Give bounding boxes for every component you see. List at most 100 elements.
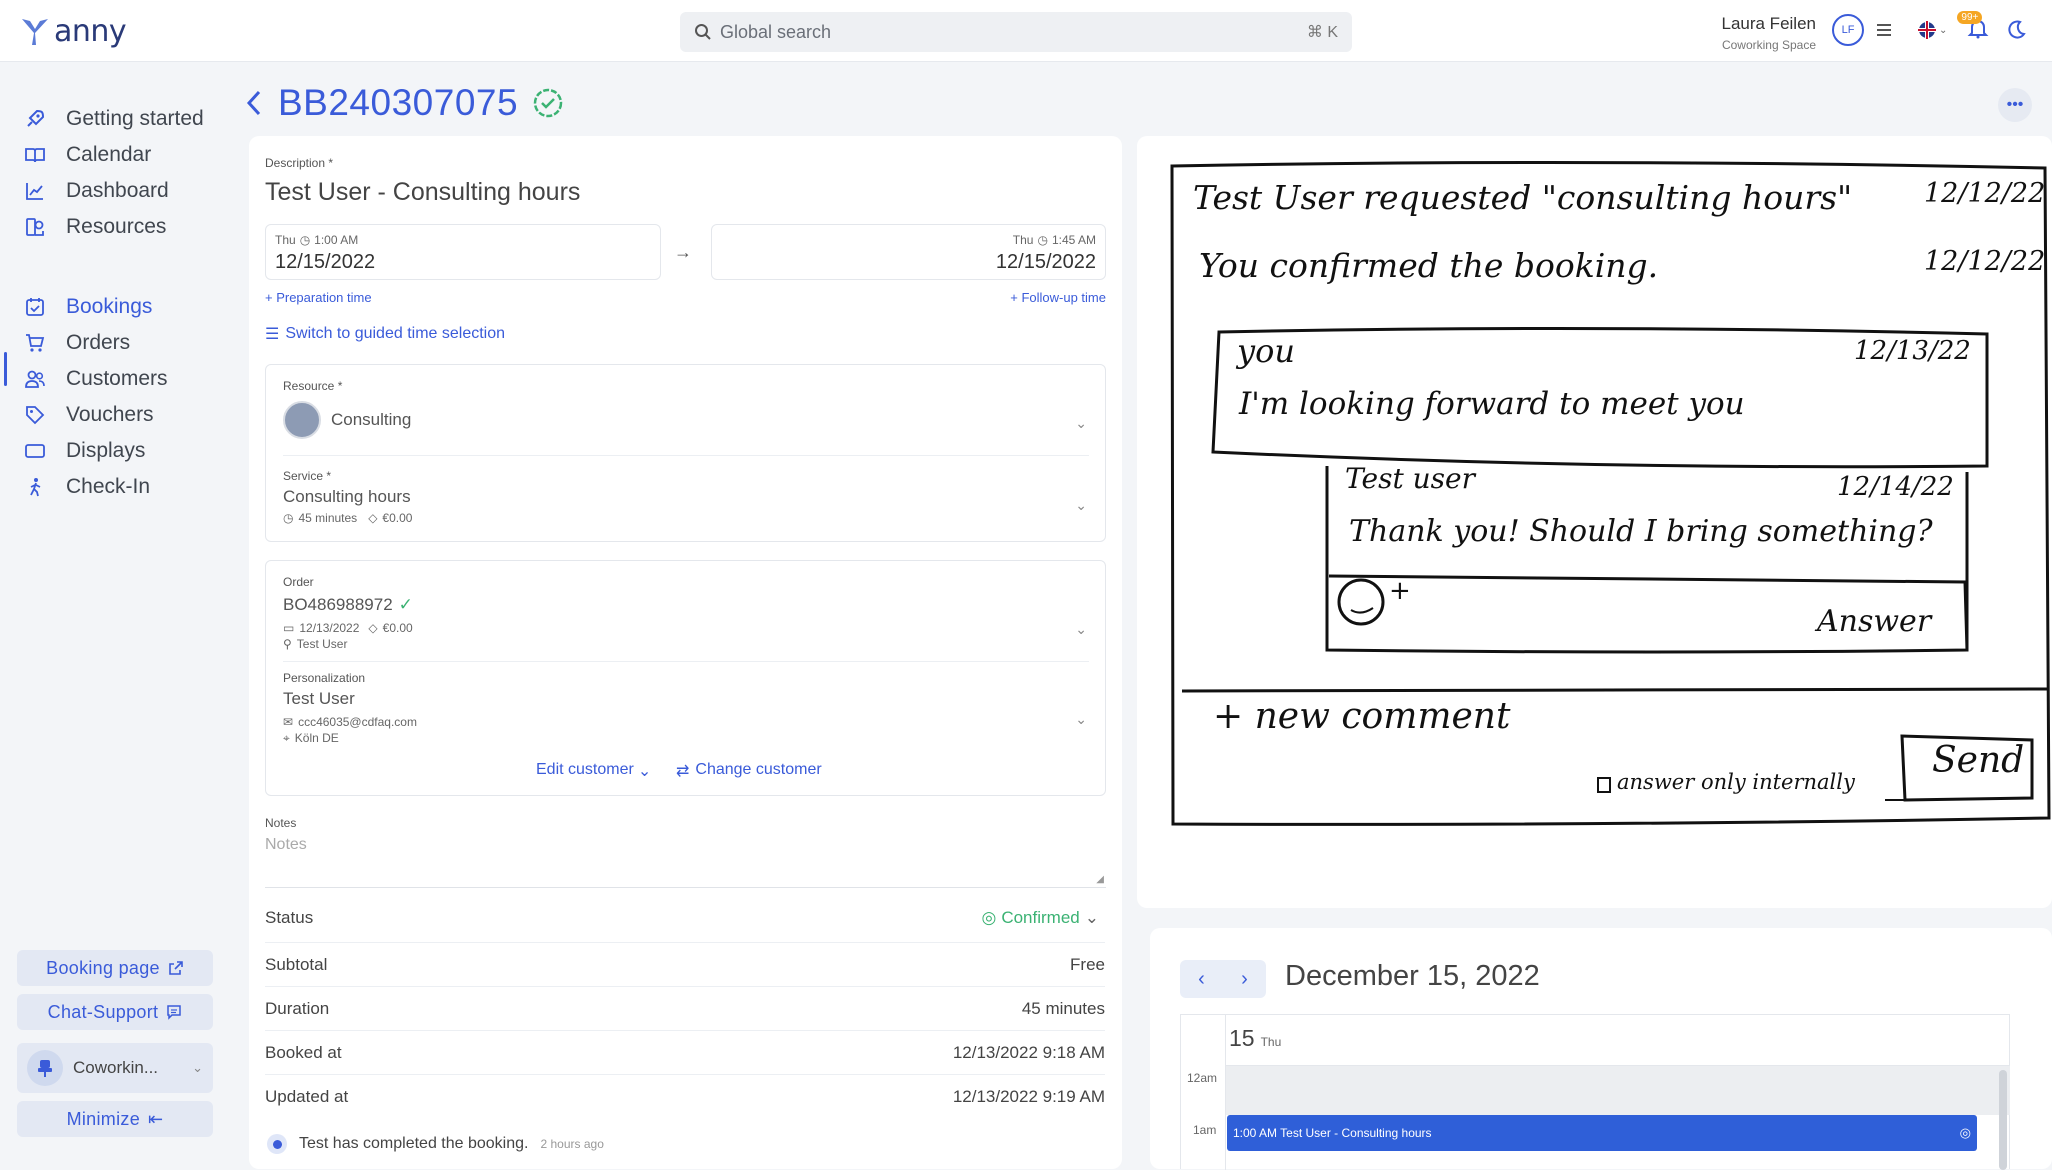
- display-icon: [22, 438, 48, 464]
- service-duration: 45 minutes: [298, 511, 358, 525]
- chevron-down-icon[interactable]: ⌄: [1075, 497, 1087, 514]
- anny-logo-icon: [22, 18, 48, 45]
- activity-text: Test has completed the booking.: [299, 1135, 529, 1152]
- sketch-add-reaction-icon[interactable]: +: [1389, 576, 1411, 606]
- hour-label-1am: 1am: [1193, 1123, 1217, 1137]
- logo-text: anny: [54, 14, 127, 49]
- sidebar-item-vouchers[interactable]: Vouchers: [22, 398, 154, 432]
- sidebar-item-orders[interactable]: Orders: [22, 326, 130, 360]
- resize-handle-icon[interactable]: ◢: [1096, 874, 1104, 885]
- followup-time-link[interactable]: + Follow-up time: [1010, 290, 1106, 305]
- resource-service-box: Resource * Consulting ⌄ Service * Consul…: [265, 364, 1106, 542]
- end-time-field[interactable]: Thu ◷ 1:45 AM 12/15/2022: [711, 224, 1106, 280]
- sidebar-item-dashboard[interactable]: Dashboard: [22, 174, 169, 208]
- uk-flag-icon: [1918, 21, 1936, 39]
- start-time-field[interactable]: Thu ◷ 1:00 AM 12/15/2022: [265, 224, 661, 280]
- booked-at-label: Booked at: [265, 1042, 342, 1062]
- updated-at-row: Updated at 12/13/2022 9:19 AM: [265, 1074, 1105, 1118]
- notifications[interactable]: 99+: [1957, 10, 1989, 44]
- preparation-time-link[interactable]: + Preparation time: [265, 290, 372, 305]
- divider: [283, 661, 1089, 662]
- order-user: Test User: [296, 637, 348, 651]
- description-input[interactable]: Test User - Consulting hours: [265, 178, 580, 207]
- arrow-right-icon: →: [674, 242, 692, 262]
- menu-icon[interactable]: [1874, 20, 1894, 40]
- sidebar-item-label: Resources: [66, 215, 167, 238]
- duration-value: 45 minutes: [1021, 998, 1105, 1018]
- user-avatar[interactable]: LF: [1832, 14, 1864, 46]
- external-link-icon: [169, 961, 183, 975]
- search-shortcut: ⌘ K: [1306, 24, 1338, 41]
- global-search[interactable]: Global search ⌘ K: [680, 12, 1352, 52]
- page-title: BB240307075: [278, 82, 519, 123]
- sketch-internal-checkbox-label[interactable]: answer only internally: [1617, 770, 1855, 794]
- updated-at-value: 12/13/2022 9:19 AM: [952, 1086, 1105, 1106]
- sidebar-item-label: Dashboard: [66, 179, 169, 202]
- calendar-event[interactable]: 1:00 AM Test User - Consulting hours ◎: [1227, 1115, 1977, 1151]
- user-info[interactable]: Laura Feilen Coworking Space: [1720, 14, 1816, 52]
- order-customer-box: Order BO486988972 ✓ ▭ 12/13/2022 ◇ €0.00…: [265, 560, 1106, 796]
- book-open-icon: [22, 142, 48, 168]
- edit-customer-button[interactable]: Edit customer ⌄: [536, 761, 651, 781]
- sidebar-item-resources[interactable]: Resources: [22, 210, 166, 244]
- chevron-down-icon[interactable]: ⌄: [1075, 711, 1087, 728]
- order-link[interactable]: BO486988972 ✓: [283, 595, 413, 615]
- next-day-button[interactable]: ›: [1241, 968, 1248, 991]
- sketch-reply-author: Test user: [1345, 462, 1475, 495]
- space-avatar: [27, 1050, 63, 1086]
- scrollbar[interactable]: [1999, 1070, 2007, 1170]
- status-row: Status ◎ Confirmed ⌄: [265, 896, 1105, 940]
- back-chevron-icon[interactable]: [244, 88, 264, 118]
- status-dropdown[interactable]: ◎ Confirmed ⌄: [981, 908, 1099, 928]
- prev-day-button[interactable]: ‹: [1198, 968, 1205, 991]
- booking-page-label: Booking page: [46, 957, 160, 978]
- subtotal-label: Subtotal: [265, 954, 328, 974]
- sketch-new-comment-button[interactable]: + new comment: [1213, 696, 1510, 737]
- duration-row: Duration 45 minutes: [265, 986, 1105, 1030]
- start-date: 12/15/2022: [275, 251, 376, 273]
- calendar-icon: ▭: [283, 621, 295, 635]
- search-placeholder: Global search: [720, 21, 832, 42]
- chevron-down-icon[interactable]: ⌄: [1075, 415, 1087, 432]
- sketch-answer-button[interactable]: Answer: [1817, 604, 1931, 639]
- calendar-grid: 15 Thu 12am 1am 1:00 AM Test User - Cons…: [1180, 1014, 2010, 1170]
- clock-icon: ◷: [283, 511, 294, 525]
- guided-time-link[interactable]: ☰ Switch to guided time selection: [265, 324, 505, 344]
- language-switch[interactable]: ⌄: [1918, 21, 1947, 39]
- status-value: Confirmed: [1001, 908, 1080, 927]
- order-user-row: ⚲ Test User: [283, 637, 347, 651]
- service-value[interactable]: Consulting hours: [283, 487, 411, 507]
- chevron-down-icon[interactable]: ⌄: [1075, 621, 1087, 638]
- chat-support-button[interactable]: Chat-Support: [17, 994, 213, 1030]
- location-icon: ⌖: [283, 731, 290, 745]
- sketch-comment-text: I'm looking forward to meet you: [1239, 386, 1745, 422]
- sketch-event-request: Test User requested "consulting hours": [1193, 178, 1853, 217]
- logo[interactable]: anny: [20, 14, 127, 49]
- order-price: €0.00: [382, 621, 413, 635]
- notes-input[interactable]: Notes ◢: [265, 836, 1106, 888]
- resource-select[interactable]: Consulting: [283, 401, 411, 439]
- minimize-button[interactable]: Minimize ⇤: [17, 1101, 213, 1137]
- sidebar-item-bookings[interactable]: Bookings: [22, 290, 152, 324]
- sketch-send-button[interactable]: Send: [1932, 740, 2024, 781]
- sidebar-item-label: Displays: [66, 439, 146, 462]
- sidebar-item-displays[interactable]: Displays: [22, 434, 145, 468]
- sidebar-item-check-in[interactable]: Check-In: [22, 470, 150, 504]
- moon-icon[interactable]: [2005, 19, 2027, 41]
- sidebar-item-calendar[interactable]: Calendar: [22, 138, 151, 172]
- day-header: 15 Thu: [1229, 1025, 1281, 1052]
- sketch-event-request-date: 12/12/22: [1924, 178, 2046, 209]
- sidebar-item-getting-started[interactable]: Getting started: [22, 102, 204, 136]
- comments-sketch: Test User requested "consulting hours" 1…: [1137, 136, 2052, 908]
- check-circle-icon: ◎: [1959, 1125, 1971, 1140]
- more-options-button[interactable]: •••: [1998, 88, 2032, 122]
- resource-avatar: [283, 401, 321, 439]
- space-switcher[interactable]: Coworkin... ⌄: [17, 1043, 213, 1093]
- space-name: Coworkin...: [73, 1058, 159, 1077]
- sidebar-item-customers[interactable]: Customers: [22, 362, 168, 396]
- sidebar: Getting started Calendar Dashboard Resou…: [0, 62, 232, 1169]
- booking-page-button[interactable]: Booking page: [17, 950, 213, 986]
- day-name: Thu: [1260, 1035, 1282, 1049]
- change-customer-button[interactable]: ⇄ Change customer: [676, 761, 822, 781]
- order-date: 12/13/2022: [299, 621, 360, 635]
